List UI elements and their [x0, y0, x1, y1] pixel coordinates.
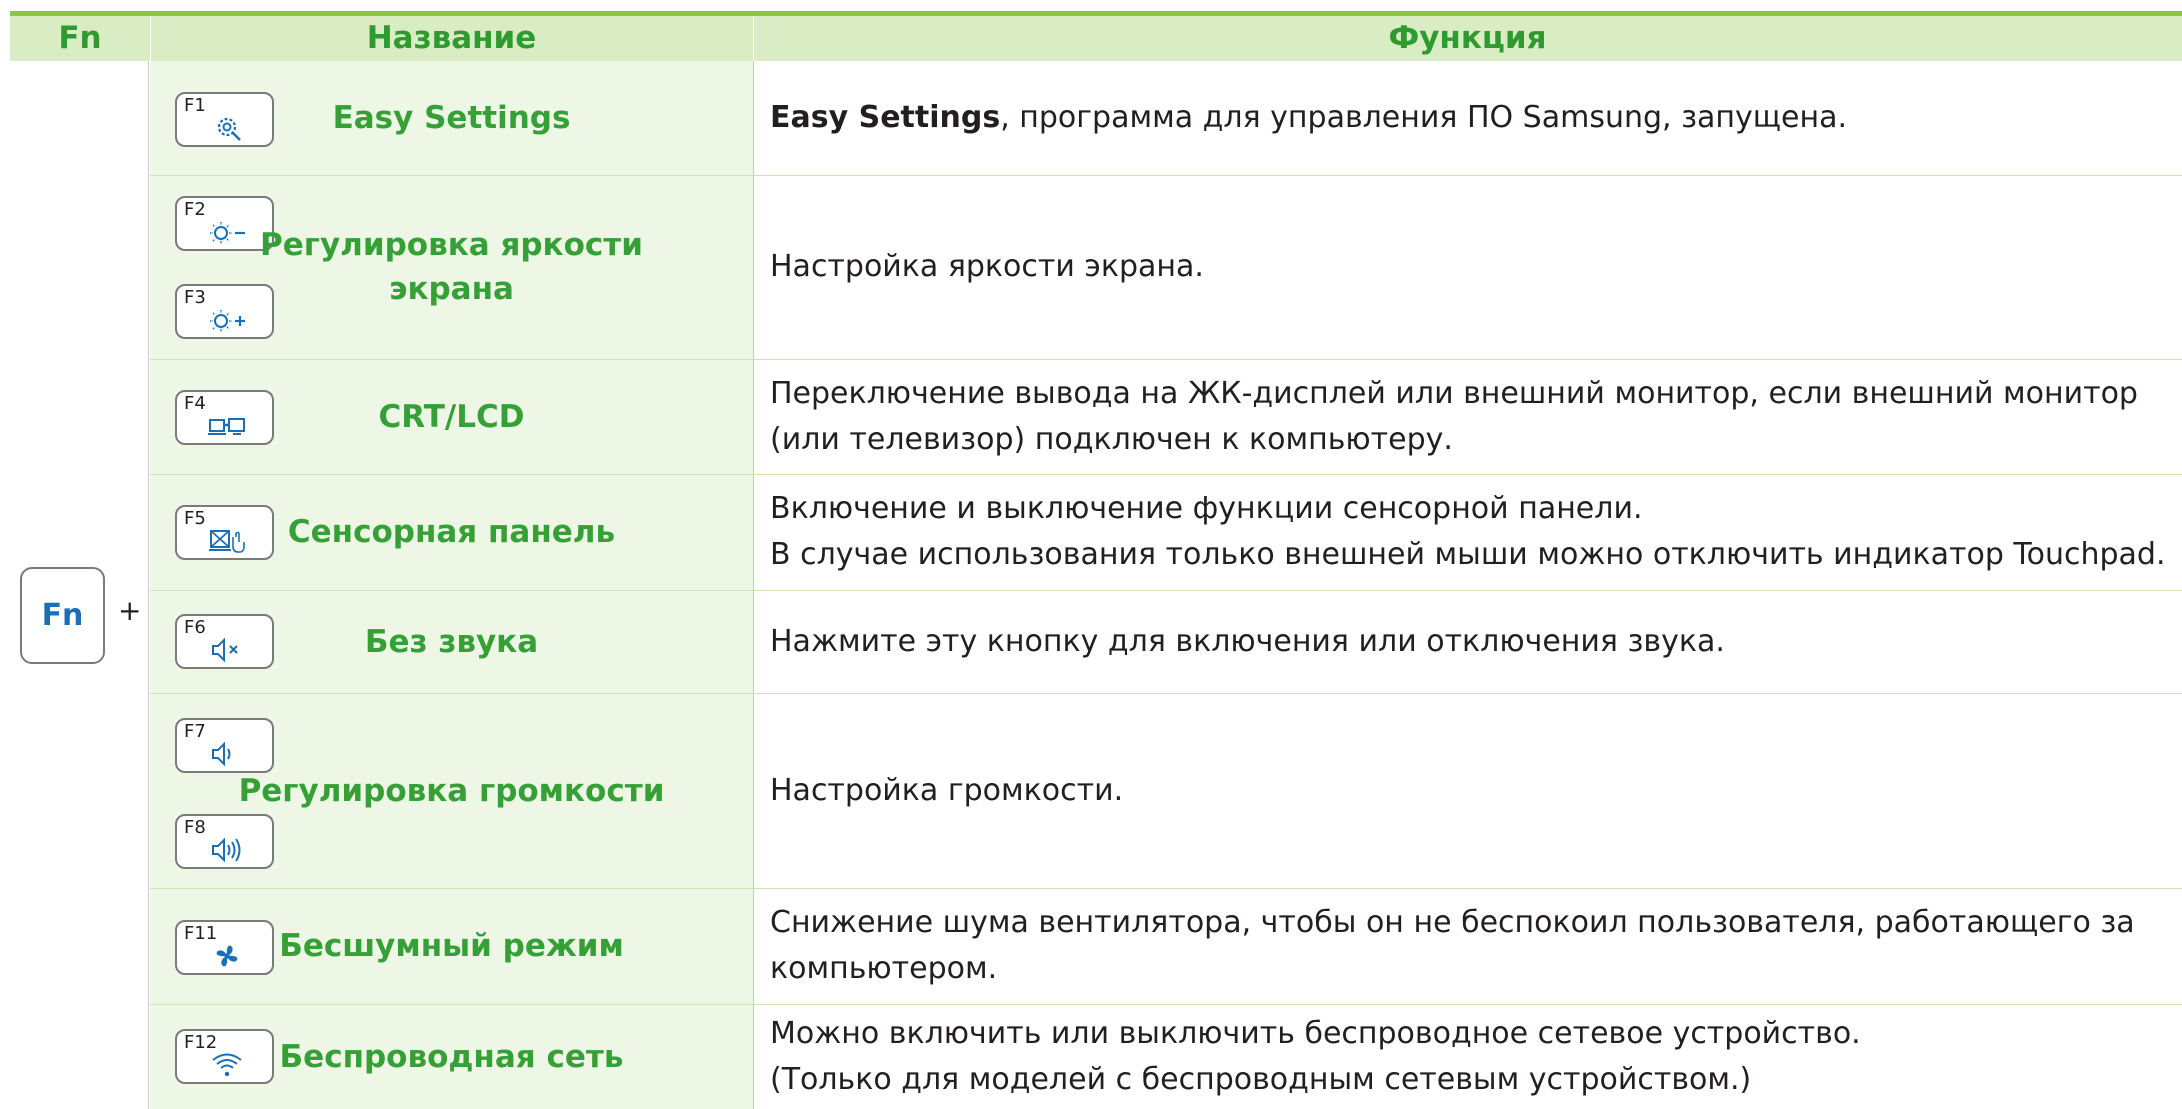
row-function: Настройка яркости экрана. — [770, 175, 2170, 359]
row-function: Переключение вывода на ЖК-дисплей или вн… — [770, 359, 2170, 474]
function-text: Включение и выключение функции сенсорной… — [770, 491, 1643, 526]
function-text: Снижение шума вентилятора, чтобы он не б… — [770, 905, 2135, 940]
fn-key: Fn — [20, 567, 105, 664]
function-text: Нажмите эту кнопку для включения или отк… — [770, 623, 1725, 659]
row-function: Easy Settings, программа для управления … — [770, 61, 2170, 175]
row-name: CRT/LCD — [378, 398, 525, 435]
function-text: В случае использования только внешней мы… — [770, 537, 2166, 572]
header-function: Функция — [1388, 20, 1547, 56]
function-bold: Easy Settings — [770, 100, 1001, 135]
function-text: Можно включить или выключить беспроводно… — [770, 1015, 1861, 1051]
table-header: Fn Название Функция — [10, 16, 2182, 61]
header-fn: Fn — [58, 20, 102, 56]
function-text: Настройка громкости. — [770, 772, 1124, 808]
row-name: Регулировка громкости — [238, 772, 665, 809]
row-name: Без звука — [364, 623, 539, 660]
row-name-line: экрана — [389, 271, 514, 307]
row-function: Снижение шума вентилятора, чтобы он не б… — [770, 888, 2170, 1004]
function-text: , программа для управления ПО Samsung, з… — [1000, 100, 1848, 135]
row-function: Можно включить или выключить беспроводно… — [770, 1004, 2170, 1109]
row-name: Сенсорная панель — [287, 514, 616, 550]
row-function: Включение и выключение функции сенсорной… — [770, 474, 2170, 590]
row-name-line: Регулировка яркости — [260, 227, 643, 263]
function-text: (Только для моделей с беспроводным сетев… — [770, 1061, 1752, 1097]
function-text: (или телевизор) подключен к компьютеру. — [770, 421, 1453, 457]
row-function: Нажмите эту кнопку для включения или отк… — [770, 590, 2170, 693]
row-name: Бесшумный режим — [279, 928, 624, 964]
row-name: Беспроводная сеть — [279, 1038, 624, 1075]
function-text: Переключение вывода на ЖК-дисплей или вн… — [770, 375, 2138, 411]
plus-sign: + — [118, 594, 142, 627]
row-function: Настройка громкости. — [770, 693, 2170, 888]
row-name: Easy Settings — [332, 100, 571, 136]
header-name: Название — [366, 20, 537, 56]
column-divider — [753, 61, 754, 1109]
function-text: Настройка яркости экрана. — [770, 249, 1204, 284]
row-name: Регулировка яркости экрана — [150, 175, 753, 359]
function-text: компьютером. — [770, 951, 998, 986]
column-divider — [148, 61, 149, 1109]
